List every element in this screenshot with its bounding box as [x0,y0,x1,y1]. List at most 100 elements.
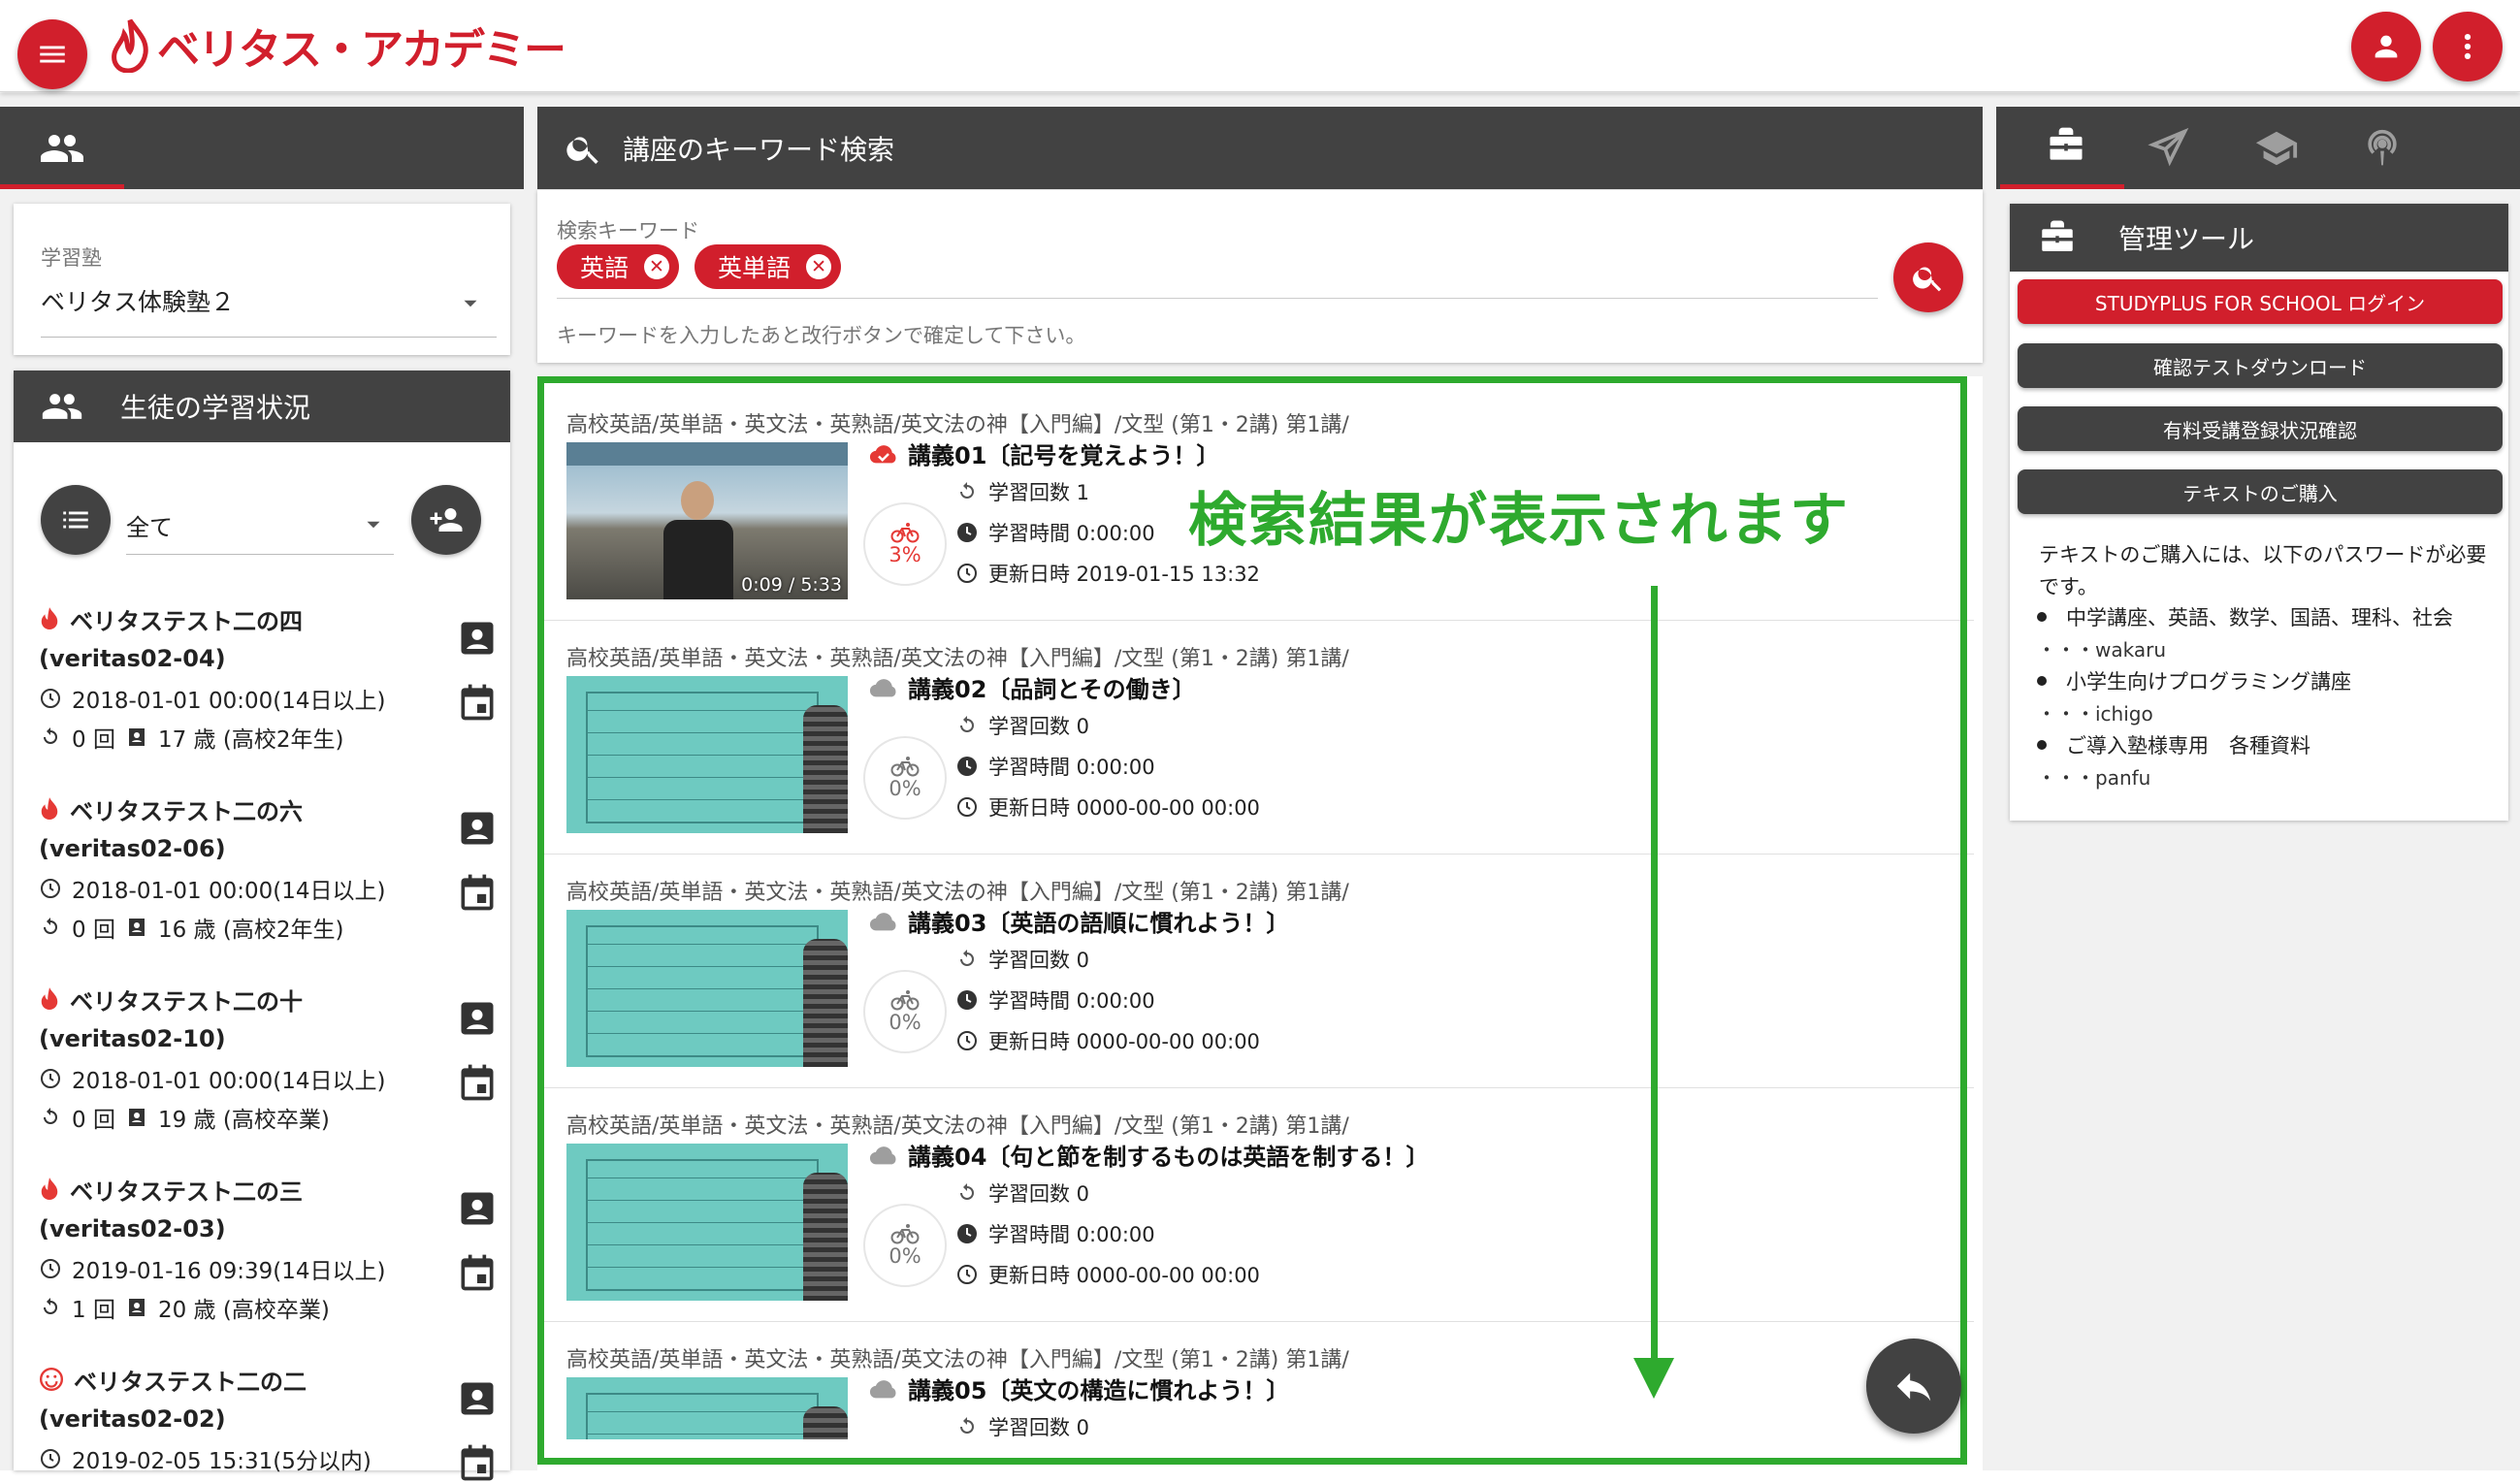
cloud-icon [869,1379,896,1398]
whiteboard-table [586,1393,819,1439]
course-result-item[interactable]: 高校英語/英単語・英文法・英熟語/英文法の神【入門編】/文型 (第1・2講) 第… [543,855,1974,1088]
flame-logo-icon [112,18,148,73]
contact-card-icon [461,1002,494,1035]
studyplus-login-button[interactable]: STUDYPLUS FOR SCHOOL ログイン [2018,279,2503,324]
text-purchase-button[interactable]: テキストのご購入 [2018,469,2503,514]
tab-school[interactable] [2254,126,2299,171]
add-student-button[interactable] [411,485,481,555]
clock-outline-icon [957,797,977,817]
tab-students[interactable] [0,107,124,189]
fire-icon [41,987,58,1010]
chip-english[interactable]: 英語 ✕ [557,244,680,289]
calendar-icon [461,1444,494,1481]
course-result-item[interactable]: 高校英語/英単語・英文法・英熟語/英文法の神【入門編】/文型 (第1・2講) 第… [543,622,1974,855]
course-result-item[interactable]: 高校英語/英単語・英文法・英熟語/英文法の神【入門編】/文型 (第1・2講) 第… [543,1323,1974,1439]
student-status-title: 生徒の学習状況 [120,392,311,424]
study-count-row: 学習回数 0 [955,1178,1089,1208]
student-calendar-button[interactable] [456,1251,499,1294]
student-id: (veritas02-04) [39,645,226,672]
annotation-arrow-icon [1633,586,1674,1399]
chip-label: 英語 [580,254,630,282]
video-thumbnail[interactable]: 0:09 / 5:33 [566,442,848,599]
updated-row: 更新日時 2019-01-15 13:32 [955,559,1260,588]
school-select[interactable]: ベリタス体験塾２ [41,270,497,338]
lecture-title-row[interactable]: 講義04〔句と節を制するものは英語を制する！〕 [869,1138,1429,1172]
video-thumbnail[interactable] [566,910,848,1067]
video-thumbnail[interactable] [566,1377,848,1439]
more-options-button[interactable] [2433,12,2503,81]
student-calendar-button[interactable] [456,681,499,724]
student-calendar-button[interactable] [456,1061,499,1104]
people-icon [41,134,83,162]
student-profile-button[interactable] [456,617,499,660]
student-profile-button[interactable] [456,997,499,1040]
list-view-button[interactable] [41,485,111,555]
student-item[interactable]: ベリタステスト二の四 (veritas02-04) 2018-01-01 00:00… [39,599,495,757]
fire-icon [41,797,58,820]
bullet [2037,676,2047,686]
clock-icon [41,1259,60,1278]
student-item[interactable]: ベリタステスト二の十 (veritas02-10) 2018-01-01 00:00… [39,980,495,1137]
progress-value: 0% [888,777,921,800]
student-profile-button[interactable] [456,1377,499,1420]
fire-icon [41,607,58,629]
bike-icon [890,523,920,543]
lecture-title-row[interactable]: 講義01〔記号を覚えよう！〕 [869,436,1219,470]
menu-button[interactable] [17,19,87,89]
lecture-title: 講義01〔記号を覚えよう！〕 [908,442,1220,469]
tab-send[interactable] [2148,126,2190,169]
presenter-head [681,481,714,520]
search-header: 講座のキーワード検索 [537,107,1983,189]
password-item-value: ・・・panfu [2037,765,2151,790]
bike-icon [890,757,920,777]
clock-outline-icon [957,564,977,583]
badge-icon [128,728,145,746]
presenter-figure [803,1406,848,1439]
presenter-figure [803,705,848,833]
dropdown-arrow-icon [464,300,477,307]
chip-english-words[interactable]: 英単語 ✕ [695,244,842,289]
briefcase-icon [2042,220,2073,251]
back-fab[interactable] [1866,1339,1961,1434]
filter-select[interactable]: 全て [126,497,394,555]
test-download-button[interactable]: 確認テストダウンロード [2018,343,2503,388]
student-calendar-button[interactable] [456,871,499,914]
bike-icon [890,1224,920,1244]
student-item[interactable]: ベリタステスト二の二 (veritas02-02) 2019-02-05 15:31… [39,1360,495,1481]
student-profile-button[interactable] [456,807,499,850]
contact-card-icon [461,1382,494,1415]
school-cap-icon [2255,131,2298,166]
search-label: 検索キーワード [557,219,699,242]
cloud-icon [869,1145,896,1164]
right-tab-bar [1996,107,2520,189]
student-item[interactable]: ベリタステスト二の六 (veritas02-06) 2018-01-01 00:00… [39,790,495,947]
person-add-icon [430,508,463,532]
study-count: 学習回数 0 [988,949,1090,972]
chip-remove-icon[interactable]: ✕ [644,254,670,279]
student-name: ベリタステスト二の三 [70,1178,303,1206]
study-count: 0 回 [72,1108,115,1133]
presenter-body [663,520,733,599]
study-time: 学習時間 0:00:00 [988,1223,1155,1246]
study-count: 学習回数 0 [988,715,1090,738]
lecture-title-row[interactable]: 講義05〔英文の構造に慣れよう！〕 [869,1371,1289,1405]
last-study-date: 2018-01-01 00:00(14日以上) [72,689,386,714]
tab-tools[interactable] [2045,124,2087,167]
video-thumbnail[interactable] [566,1144,848,1301]
video-thumbnail[interactable] [566,676,848,833]
course-result-item[interactable]: 高校英語/英単語・英文法・英熟語/英文法の神【入門編】/文型 (第1・2講) 第… [543,1089,1974,1322]
student-name: ベリタステスト二の二 [74,1368,307,1396]
search-keyword-input[interactable]: 英語 ✕ 英単語 ✕ [557,244,1878,299]
search-button[interactable] [1893,242,1963,312]
paid-registration-status-button[interactable]: 有料受講登録状況確認 [2018,406,2503,451]
tab-podcast[interactable] [2361,126,2404,169]
lecture-title-row[interactable]: 講義02〔品詞とその働き〕 [869,670,1196,704]
student-profile-button[interactable] [456,1187,499,1230]
student-calendar-button[interactable] [456,1441,499,1484]
student-item[interactable]: ベリタステスト二の三 (veritas02-03) 2019-01-16 09:39… [39,1170,495,1327]
account-button[interactable] [2351,12,2421,81]
chip-remove-icon[interactable]: ✕ [806,254,832,279]
whiteboard-table [586,925,819,1057]
app-logo[interactable]: ベリタス・アカデミー [109,12,566,80]
lecture-title-row[interactable]: 講義03〔英語の語順に慣れよう！〕 [869,904,1289,938]
